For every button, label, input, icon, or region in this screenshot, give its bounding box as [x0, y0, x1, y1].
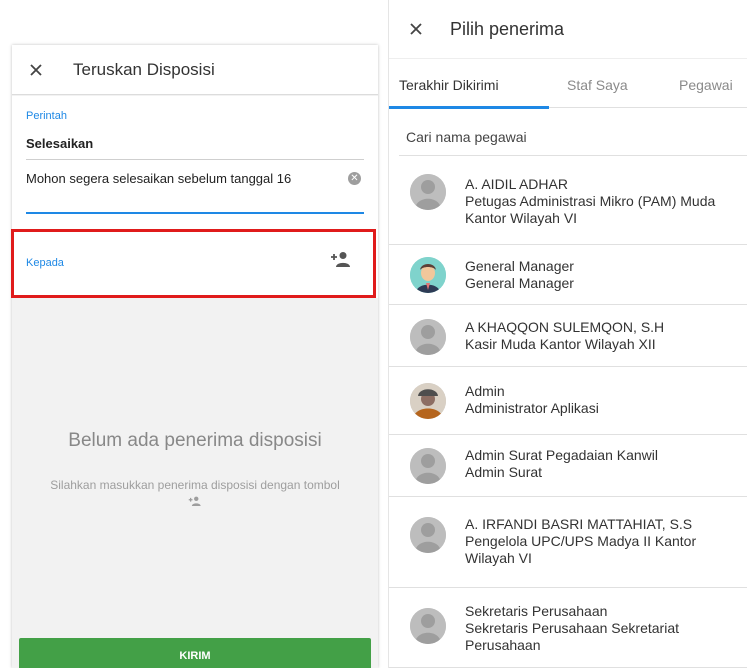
recipient-name: Admin Surat Pegadaian Kanwil: [465, 447, 659, 463]
add-person-icon: [188, 496, 201, 506]
tab-employees[interactable]: Pegawai: [679, 77, 733, 93]
recipient-position: Kasir Muda Kantor Wilayah XII: [465, 336, 656, 352]
avatar-icon: [410, 174, 446, 210]
avatar-icon: [410, 383, 446, 419]
list-item[interactable]: A KHAQQON SULEMQON, S.H Kasir Muda Kanto…: [389, 305, 747, 367]
list-item[interactable]: A. AIDIL ADHAR Petugas Administrasi Mikr…: [389, 156, 747, 245]
list-item[interactable]: Admin Administrator Aplikasi: [389, 367, 747, 435]
recipient-position: General Manager: [465, 275, 574, 291]
recipient-name: Sekretaris Perusahaan: [465, 603, 608, 619]
tab-recently-sent[interactable]: Terakhir Dikirimi: [399, 77, 499, 93]
tab-bar: Terakhir Dikirimi Staf Saya Pegawai: [389, 58, 747, 109]
highlight-box: [11, 229, 376, 298]
empty-state-title: Belum ada penerima disposisi: [68, 430, 322, 451]
clear-icon[interactable]: ✕: [348, 172, 361, 185]
divider: [26, 159, 364, 160]
recipient-picker: Pilih penerima Terakhir Dikirimi Staf Sa…: [388, 0, 747, 668]
empty-state-text: Silahkan masukkan penerima disposisi den…: [50, 478, 340, 492]
dialog-header: Teruskan Disposisi: [12, 45, 378, 95]
empty-state-subtitle: Silahkan masukkan penerima disposisi den…: [42, 477, 348, 509]
tab-my-staff[interactable]: Staf Saya: [567, 77, 628, 93]
recipient-position: Sekretaris Perusahaan Sekretariat Perusa…: [465, 620, 679, 653]
recipient-name: Admin: [465, 383, 505, 399]
avatar-icon: [410, 608, 446, 644]
list-item[interactable]: General Manager General Manager: [389, 245, 747, 305]
list-item[interactable]: Sekretaris Perusahaan Sekretaris Perusah…: [389, 588, 747, 668]
search-input[interactable]: Cari nama pegawai: [406, 129, 527, 145]
perintah-label: Perintah: [26, 110, 67, 122]
search-field[interactable]: Cari nama pegawai: [399, 108, 747, 156]
note-input-underline: [26, 212, 364, 214]
perintah-select[interactable]: Selesaikan: [26, 136, 93, 151]
list-item[interactable]: A. IRFANDI BASRI MATTAHIAT, S.S Pengelol…: [389, 497, 747, 588]
recipient-position: Administrator Aplikasi: [465, 400, 599, 416]
recipient-position: Admin Surat: [465, 464, 543, 480]
dialog-title: Teruskan Disposisi: [73, 59, 215, 79]
recipient-name: A. AIDIL ADHAR: [465, 176, 568, 192]
recipient-name: A KHAQQON SULEMQON, S.H: [465, 319, 665, 335]
recipient-name: General Manager: [465, 258, 574, 274]
list-item[interactable]: Admin Surat Pegadaian Kanwil Admin Surat: [389, 435, 747, 497]
send-button[interactable]: KIRIM: [19, 638, 371, 668]
picker-header: Pilih penerima: [389, 0, 747, 58]
recipient-name: A. IRFANDI BASRI MATTAHIAT, S.S: [465, 516, 693, 532]
avatar-icon: [410, 517, 446, 553]
avatar-icon: [410, 319, 446, 355]
note-input[interactable]: Mohon segera selesaikan sebelum tanggal …: [26, 171, 291, 186]
close-icon[interactable]: [29, 63, 43, 77]
avatar-icon: [410, 257, 446, 293]
recipient-position: Pengelola UPC/UPS Madya II Kantor Wilaya…: [465, 533, 697, 566]
forward-disposition-dialog: Teruskan Disposisi Perintah Selesaikan M…: [12, 45, 378, 668]
picker-title: Pilih penerima: [450, 18, 565, 39]
recipient-list: A. AIDIL ADHAR Petugas Administrasi Mikr…: [389, 156, 747, 668]
avatar-icon: [410, 448, 446, 484]
close-icon[interactable]: [409, 22, 423, 36]
recipient-position: Petugas Administrasi Mikro (PAM) Muda Ka…: [465, 193, 716, 226]
